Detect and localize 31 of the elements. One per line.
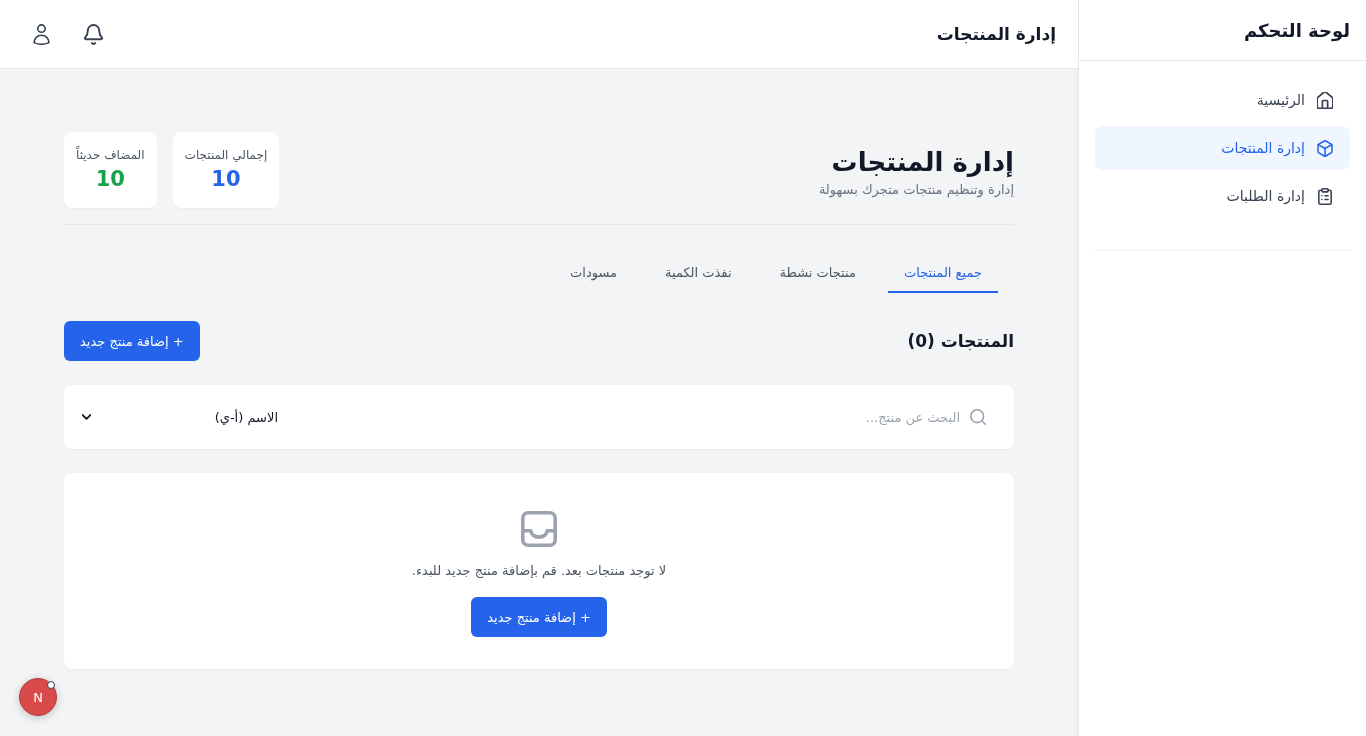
notifications-bell-icon[interactable] bbox=[84, 23, 103, 45]
stat-label: المضاف حديثاً bbox=[76, 148, 145, 162]
cube-icon bbox=[1317, 139, 1333, 157]
chevron-down-icon bbox=[82, 414, 91, 420]
sidebar-title: لوحة التحكم bbox=[1243, 19, 1350, 41]
search-icon bbox=[970, 409, 986, 425]
filter-tab[interactable]: جميع المنتجات bbox=[887, 251, 998, 293]
filter-tab[interactable]: مسودات bbox=[554, 251, 633, 293]
top-bar-title: إدارة المنتجات bbox=[936, 24, 1056, 44]
sidebar-item[interactable]: إدارة المنتجات bbox=[1095, 126, 1350, 170]
empty-state-message: لا توجد منتجات بعد. قم بإضافة منتج جديد للبدء. bbox=[411, 562, 667, 581]
page-subtitle: إدارة وتنظيم منتجات متجرك بسهولة bbox=[818, 181, 1014, 197]
filter-tab[interactable]: نفذت الكمية bbox=[649, 251, 748, 293]
page-heading: إدارة المنتجات bbox=[830, 145, 1014, 179]
stat-value: 10 bbox=[95, 166, 125, 192]
dev-tools-button[interactable]: N bbox=[19, 678, 57, 716]
stat-value: 10 bbox=[211, 166, 241, 192]
clipboard-list-icon bbox=[1317, 187, 1333, 205]
products-heading: المنتجات (0) bbox=[907, 331, 1014, 351]
inbox-tray-icon bbox=[521, 511, 557, 547]
add-product-button[interactable]: + إضافة منتج جديد bbox=[64, 321, 200, 361]
status-dot-icon bbox=[47, 681, 55, 689]
sidebar-item[interactable]: الرئيسية bbox=[1095, 78, 1350, 122]
user-icon[interactable] bbox=[32, 23, 51, 45]
search-field[interactable]: البحث عن منتج... bbox=[680, 401, 960, 433]
filter-tab[interactable]: منتجات نشطة bbox=[763, 251, 872, 293]
home-icon bbox=[1317, 91, 1333, 109]
stat-label: إجمالي المنتجات bbox=[184, 148, 268, 162]
add-product-button[interactable]: + إضافة منتج جديد bbox=[471, 597, 607, 637]
sort-select[interactable]: الاسم (أ-ي) bbox=[80, 399, 294, 435]
sidebar-item[interactable]: إدارة الطلبات bbox=[1095, 174, 1350, 218]
